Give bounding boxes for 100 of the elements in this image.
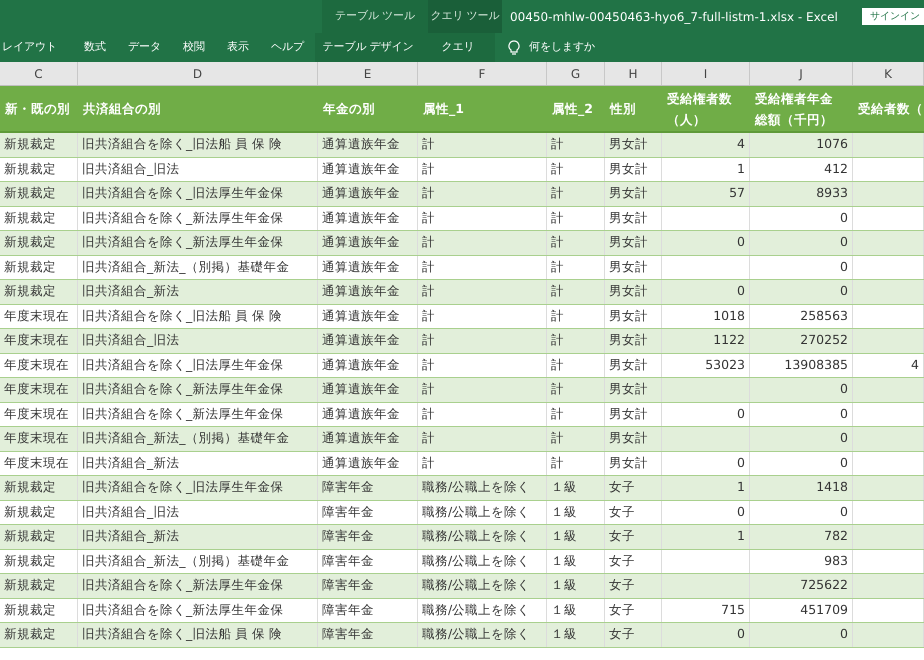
table-cell-text: 0 (737, 454, 745, 472)
table-cell-text: 計 (422, 356, 435, 374)
table-cell-text: 障害年金 (322, 527, 374, 546)
table-cell-text: 0 (737, 404, 745, 423)
table-cell-text: 計 (551, 429, 564, 448)
table-cell-text: 男女計 (609, 184, 648, 202)
column-header[interactable]: D (78, 62, 318, 85)
table-cell-text: 新規裁定 (4, 600, 56, 619)
table-cell-text: 983 (824, 552, 848, 570)
table-cell-text: 新規裁定 (4, 135, 56, 154)
table-cell-text: 障害年金 (322, 625, 374, 644)
table-cell-text: 0 (840, 502, 848, 521)
table-cell-text: 0 (840, 404, 848, 423)
table-cell-text: 新規裁定 (4, 478, 56, 496)
table-cell-text: 新規裁定 (4, 576, 56, 594)
table-cell-text: 1018 (713, 306, 745, 325)
column-header[interactable]: G (547, 62, 605, 85)
table-cell-text: 4 (737, 135, 745, 154)
table-cell-text: 年度末現在 (4, 380, 69, 398)
table-cell-text: 男女計 (609, 404, 648, 423)
table-cell-text: 53023 (705, 356, 745, 374)
table-cell-text: 旧共済組合を除く_旧法厚生年金保 (82, 184, 284, 202)
table-cell-text: 計 (551, 356, 564, 374)
table-cell-text: 新規裁定 (4, 258, 56, 276)
table-cell-text: 職務/公職上を除く (422, 527, 530, 546)
table-cell-text: 0 (840, 454, 848, 472)
table-cell-text: 新規裁定 (4, 208, 56, 227)
table-cell-text: 旧共済組合を除く_新法厚生年金保 (82, 208, 284, 227)
table-cell-text: 職務/公職上を除く (422, 502, 530, 521)
table-cell-text: 女子 (609, 478, 635, 496)
table-cell-text: 女子 (609, 527, 635, 546)
table-cell-text: 通算遺族年金 (322, 380, 400, 398)
window-title: 00450-mhlw-00450463-hyo6_7-full-listm-1.xlsx - Excel (510, 8, 838, 26)
table-cell-text: 年度末現在 (4, 429, 69, 448)
contextual-group-label: クエリ ツール (430, 8, 500, 24)
table-cell-text: 旧共済組合を除く_旧法船 員 保 険 (82, 625, 282, 644)
table-cell-text: 計 (551, 380, 564, 398)
table-cell-text: 270252 (800, 331, 848, 350)
table-cell-text: 障害年金 (322, 478, 374, 496)
table-cell-text: 障害年金 (322, 552, 374, 570)
table-cell-text: 1076 (816, 135, 848, 154)
table-cell-text: １級 (551, 576, 577, 594)
table-cell-text: 旧共済組合を除く_新法厚生年金保 (82, 576, 284, 594)
table-cell-text: 1 (737, 478, 745, 496)
ribbon-tab[interactable]: テーブル デザイン (315, 33, 421, 62)
table-cell-text: 通算遺族年金 (322, 208, 400, 227)
table-cell-text: 715 (721, 600, 745, 619)
table-cell-text: 男女計 (609, 380, 648, 398)
table-cell-text: 通算遺族年金 (322, 184, 400, 202)
column-header[interactable]: F (418, 62, 547, 85)
table-cell-text: 旧共済組合を除く_新法厚生年金保 (82, 233, 284, 252)
table-cell-text: 新規裁定 (4, 282, 56, 300)
table-cell-text: 男女計 (609, 160, 648, 178)
table-cell-text: 旧共済組合を除く_新法厚生年金保 (82, 404, 284, 423)
table-cell-text: 新規裁定 (4, 527, 56, 546)
table-cell-text: 男女計 (609, 429, 648, 448)
ribbon-tab[interactable]: 表示 (216, 33, 260, 62)
table-cell-text: 計 (551, 258, 564, 276)
table-cell-text: 年度末現在 (4, 454, 69, 472)
table-cell-text: 計 (422, 404, 435, 423)
table-cell-text: 782 (824, 527, 848, 546)
table-cell-text: 計 (551, 184, 564, 202)
table-cell-text: 年度末現在 (4, 306, 69, 325)
table-cell-text: 旧共済組合を除く_新法厚生年金保 (82, 380, 284, 398)
table-cell-text: 1418 (816, 478, 848, 496)
ribbon-tab[interactable]: レイアウト (0, 33, 73, 62)
table-cell-text: 旧共済組合を除く_旧法厚生年金保 (82, 356, 284, 374)
ribbon-tab[interactable]: ヘルプ (260, 33, 315, 62)
signin-button[interactable]: サインイン (862, 8, 924, 25)
table-cell-text: 年度末現在 (4, 404, 69, 423)
table-cell-text: 旧共済組合_新法 (82, 527, 180, 546)
column-header[interactable]: I (662, 62, 750, 85)
ribbon-tab[interactable]: クエリ (421, 33, 495, 62)
table-cell-text: 旧共済組合_新法 (82, 282, 180, 300)
table-cell-text: 計 (551, 282, 564, 300)
column-header[interactable]: C (0, 62, 78, 85)
table-cell-text: 725622 (800, 576, 848, 594)
ribbon-tab[interactable]: 数式 (73, 33, 117, 62)
column-header[interactable]: H (605, 62, 662, 85)
table-cell-text: 13908385 (784, 356, 848, 374)
table-cell-text: 男女計 (609, 331, 648, 350)
table-cell-text: 計 (422, 135, 435, 154)
table-cell-text: 男女計 (609, 258, 648, 276)
table-cell-text: 新規裁定 (4, 160, 56, 178)
table-cell-text: 旧共済組合を除く_新法厚生年金保 (82, 600, 284, 619)
table-cell-text: 8933 (816, 184, 848, 202)
table-cell-text: １級 (551, 625, 577, 644)
table-cell-text: 男女計 (609, 233, 648, 252)
ribbon-tab[interactable]: 校閲 (172, 33, 216, 62)
table-cell-text: 職務/公職上を除く (422, 552, 530, 570)
table-cell-text: 0 (840, 625, 848, 644)
tell-me-search[interactable]: 何をしますか (507, 33, 595, 62)
table-cell-text: 女子 (609, 600, 635, 619)
table-cell-text: 計 (551, 404, 564, 423)
ribbon-tab[interactable]: データ (117, 33, 172, 62)
table-cell-text: 計 (422, 258, 435, 276)
column-header[interactable]: E (318, 62, 418, 85)
table-cell-text: 旧共済組合_旧法 (82, 331, 180, 350)
column-header[interactable]: J (750, 62, 853, 85)
column-header[interactable]: K (853, 62, 924, 85)
